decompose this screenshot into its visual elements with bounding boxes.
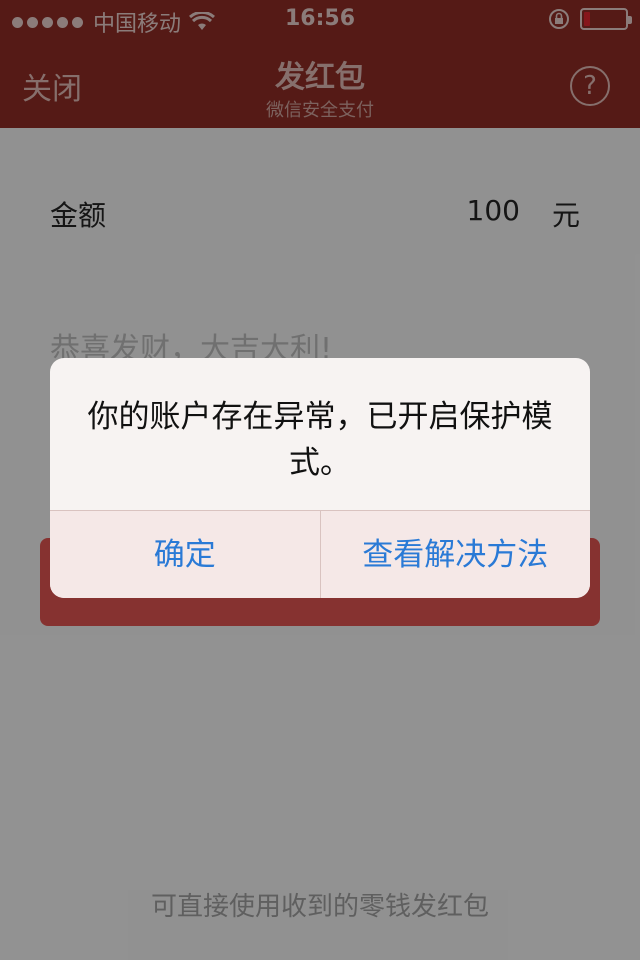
alert-dialog: 你的账户存在异常，已开启保护模式。 确定 查看解决方法 [50,358,590,598]
alert-buttons: 确定 查看解决方法 [50,510,590,598]
alert-message: 你的账户存在异常，已开启保护模式。 [87,399,553,481]
confirm-button[interactable]: 确定 [50,511,320,598]
view-solution-button[interactable]: 查看解决方法 [319,511,591,598]
